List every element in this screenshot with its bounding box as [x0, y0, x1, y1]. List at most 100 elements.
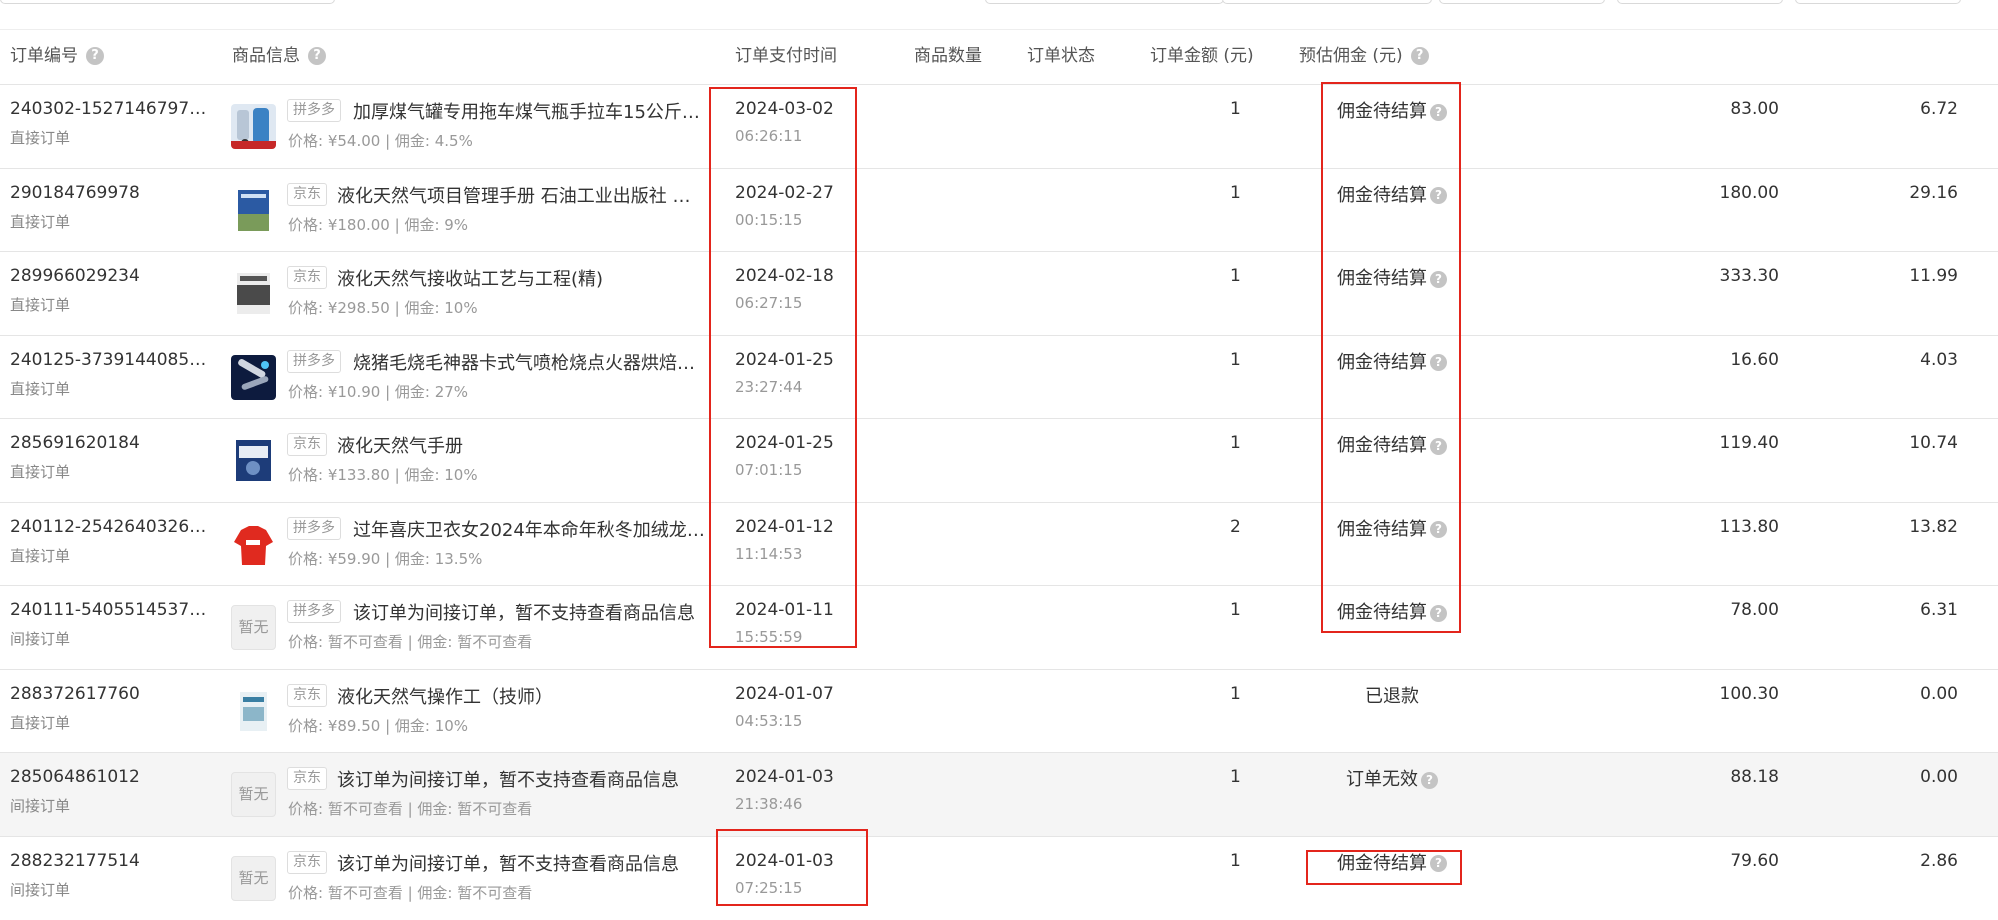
- order-amount: 88.18: [1730, 767, 1779, 787]
- help-icon[interactable]: ?: [1430, 187, 1447, 204]
- product-thumbnail[interactable]: [231, 438, 276, 483]
- product-title[interactable]: 加厚煤气罐专用拖车煤气瓶手拉车15公斤液...: [353, 98, 708, 124]
- quantity: 1: [1230, 850, 1241, 871]
- col-commission: 预估佣金 (元)?: [1299, 29, 1429, 84]
- help-icon[interactable]: ?: [1430, 437, 1447, 455]
- filter-control[interactable]: [1617, 0, 1783, 4]
- table-row[interactable]: 240302-1527146797525... 直接订单 拼多多 加厚煤气罐专用…: [0, 84, 1998, 168]
- table-row[interactable]: 240112-2542640326613... 直接订单 拼多多 过年喜庆卫衣女…: [0, 501, 1998, 586]
- no-image-placeholder: 暂无: [231, 605, 276, 650]
- product-thumbnail[interactable]: [231, 521, 276, 567]
- help-icon[interactable]: ?: [1430, 604, 1447, 622]
- order-status-label: 佣金待结算: [1337, 184, 1427, 206]
- pay-time: 11:14:53: [735, 544, 803, 563]
- product-thumbnail[interactable]: [231, 104, 276, 149]
- filter-control[interactable]: [985, 0, 1224, 4]
- order-number: 288372617760: [10, 683, 140, 704]
- order-type: 直接订单: [10, 379, 71, 398]
- order-amount: 78.00: [1730, 600, 1779, 620]
- order-status: 佣金待结算?: [1337, 598, 1447, 624]
- order-status: 佣金待结算?: [1337, 849, 1447, 875]
- help-icon[interactable]: ?: [1430, 354, 1447, 371]
- filter-control[interactable]: [1222, 0, 1432, 4]
- order-amount: 113.80: [1719, 516, 1779, 537]
- estimated-commission: 4.03: [1920, 349, 1958, 370]
- pay-date: 2024-03-02: [735, 99, 834, 119]
- help-icon[interactable]: ?: [1421, 771, 1438, 789]
- product-thumbnail[interactable]: [231, 688, 276, 734]
- table-row[interactable]: 240125-3739144085320... 直接订单 拼多多 烧猪毛烧毛神器…: [0, 334, 1998, 419]
- platform-tag: 京东: [287, 767, 327, 790]
- order-status-label: 订单无效: [1346, 769, 1418, 790]
- table-row[interactable]: 288372617760 直接订单 京东 液化天然气操作工（技师） 价格: ¥8…: [0, 668, 1998, 753]
- col-product-info-label: 商品信息: [232, 46, 300, 66]
- help-icon[interactable]: ?: [308, 47, 326, 65]
- order-type: 间接订单: [10, 630, 71, 648]
- col-pay-time[interactable]: 订单支付时间: [735, 29, 837, 84]
- product-title[interactable]: 液化天然气操作工（技师）: [337, 683, 708, 709]
- filter-control[interactable]: [1439, 0, 1605, 4]
- table-row[interactable]: 288232177514 间接订单 暂无 京东 该订单为间接订单，暂不支持查看商…: [0, 835, 1998, 920]
- product-thumbnail[interactable]: [231, 187, 276, 233]
- quantity: 1: [1230, 99, 1241, 119]
- pay-time: 04:53:15: [735, 711, 803, 730]
- order-status: 订单无效?: [1346, 765, 1438, 791]
- product-title[interactable]: 该订单为间接订单，暂不支持查看商品信息: [337, 850, 708, 876]
- order-type: 直接订单: [10, 713, 71, 732]
- platform-tag: 京东: [287, 182, 327, 206]
- table-row[interactable]: 285691620184 直接订单 京东 液化天然气手册 价格: ¥133.80…: [0, 418, 1998, 502]
- help-icon[interactable]: ?: [1410, 47, 1429, 65]
- platform-tag: 京东: [287, 850, 327, 874]
- platform-tag: 京东: [287, 433, 327, 456]
- product-title[interactable]: 该订单为间接订单，暂不支持查看商品信息: [353, 599, 708, 625]
- order-amount: 119.40: [1719, 433, 1779, 453]
- help-icon[interactable]: ?: [1430, 521, 1447, 538]
- order-status: 已退款: [1365, 682, 1419, 708]
- col-status: 订单状态: [1027, 46, 1095, 66]
- pay-date: 2024-01-12: [735, 516, 834, 537]
- product-thumbnail[interactable]: [231, 271, 276, 316]
- estimated-commission: 10.74: [1909, 433, 1958, 453]
- order-status-label: 佣金待结算: [1337, 852, 1427, 874]
- quantity: 1: [1230, 266, 1241, 286]
- order-status: 佣金待结算?: [1337, 348, 1447, 374]
- platform-tag: 京东: [287, 683, 327, 707]
- table-row[interactable]: 289966029234 直接订单 京东 液化天然气接收站工艺与工程(精) 价格…: [0, 251, 1998, 335]
- order-status-label: 佣金待结算: [1337, 351, 1427, 373]
- help-icon[interactable]: ?: [1430, 103, 1447, 121]
- help-icon[interactable]: ?: [86, 47, 104, 65]
- help-icon[interactable]: ?: [1430, 270, 1447, 288]
- product-title[interactable]: 液化天然气接收站工艺与工程(精): [337, 265, 708, 291]
- order-status: 佣金待结算?: [1337, 264, 1447, 290]
- order-number: 240112-2542640326613...: [10, 516, 215, 537]
- pay-date: 2024-01-25: [735, 433, 834, 453]
- pay-date: 2024-01-11: [735, 600, 834, 620]
- estimated-commission: 6.31: [1920, 600, 1958, 620]
- order-amount: 333.30: [1719, 266, 1779, 286]
- table-row[interactable]: 290184769978 直接订单 京东 液化天然气项目管理手册 石油工业出版社…: [0, 167, 1998, 252]
- product-price-commission: 价格: ¥133.80 | 佣金: 10%: [288, 466, 478, 484]
- platform-tag: 京东: [287, 266, 327, 289]
- product-title[interactable]: 该订单为间接订单，暂不支持查看商品信息: [337, 766, 708, 792]
- product-price-commission: 价格: ¥180.00 | 佣金: 9%: [288, 215, 469, 234]
- product-title[interactable]: 液化天然气手册: [337, 432, 708, 458]
- col-product-info: 商品信息?: [232, 29, 326, 84]
- table-row[interactable]: 285064861012 间接订单 暂无 京东 该订单为间接订单，暂不支持查看商…: [0, 752, 1998, 836]
- help-icon[interactable]: ?: [1430, 855, 1447, 872]
- product-title[interactable]: 烧猪毛烧毛神器卡式气喷枪烧点火器烘焙喷...: [353, 349, 708, 375]
- quantity: 1: [1230, 433, 1241, 453]
- pay-time: 23:27:44: [735, 377, 803, 396]
- filter-control[interactable]: [0, 0, 335, 4]
- order-type: 直接订单: [10, 463, 71, 481]
- product-title[interactable]: 过年喜庆卫衣女2024年本命年秋冬加绒龙年...: [353, 516, 708, 542]
- no-image-placeholder: 暂无: [231, 772, 276, 817]
- table-row[interactable]: 240111-5405514537219... 间接订单 暂无 拼多多 该订单为…: [0, 585, 1998, 669]
- pay-date: 2024-01-25: [735, 349, 834, 370]
- pay-date: 2024-01-03: [735, 850, 834, 871]
- product-title[interactable]: 液化天然气项目管理手册 石油工业出版社 邢云...: [337, 182, 708, 208]
- filter-control[interactable]: [1795, 0, 1961, 4]
- pay-time: 06:27:15: [735, 294, 803, 312]
- product-thumbnail[interactable]: [231, 354, 276, 400]
- order-number: 240111-5405514537219...: [10, 600, 215, 620]
- platform-tag: 拼多多: [287, 99, 341, 122]
